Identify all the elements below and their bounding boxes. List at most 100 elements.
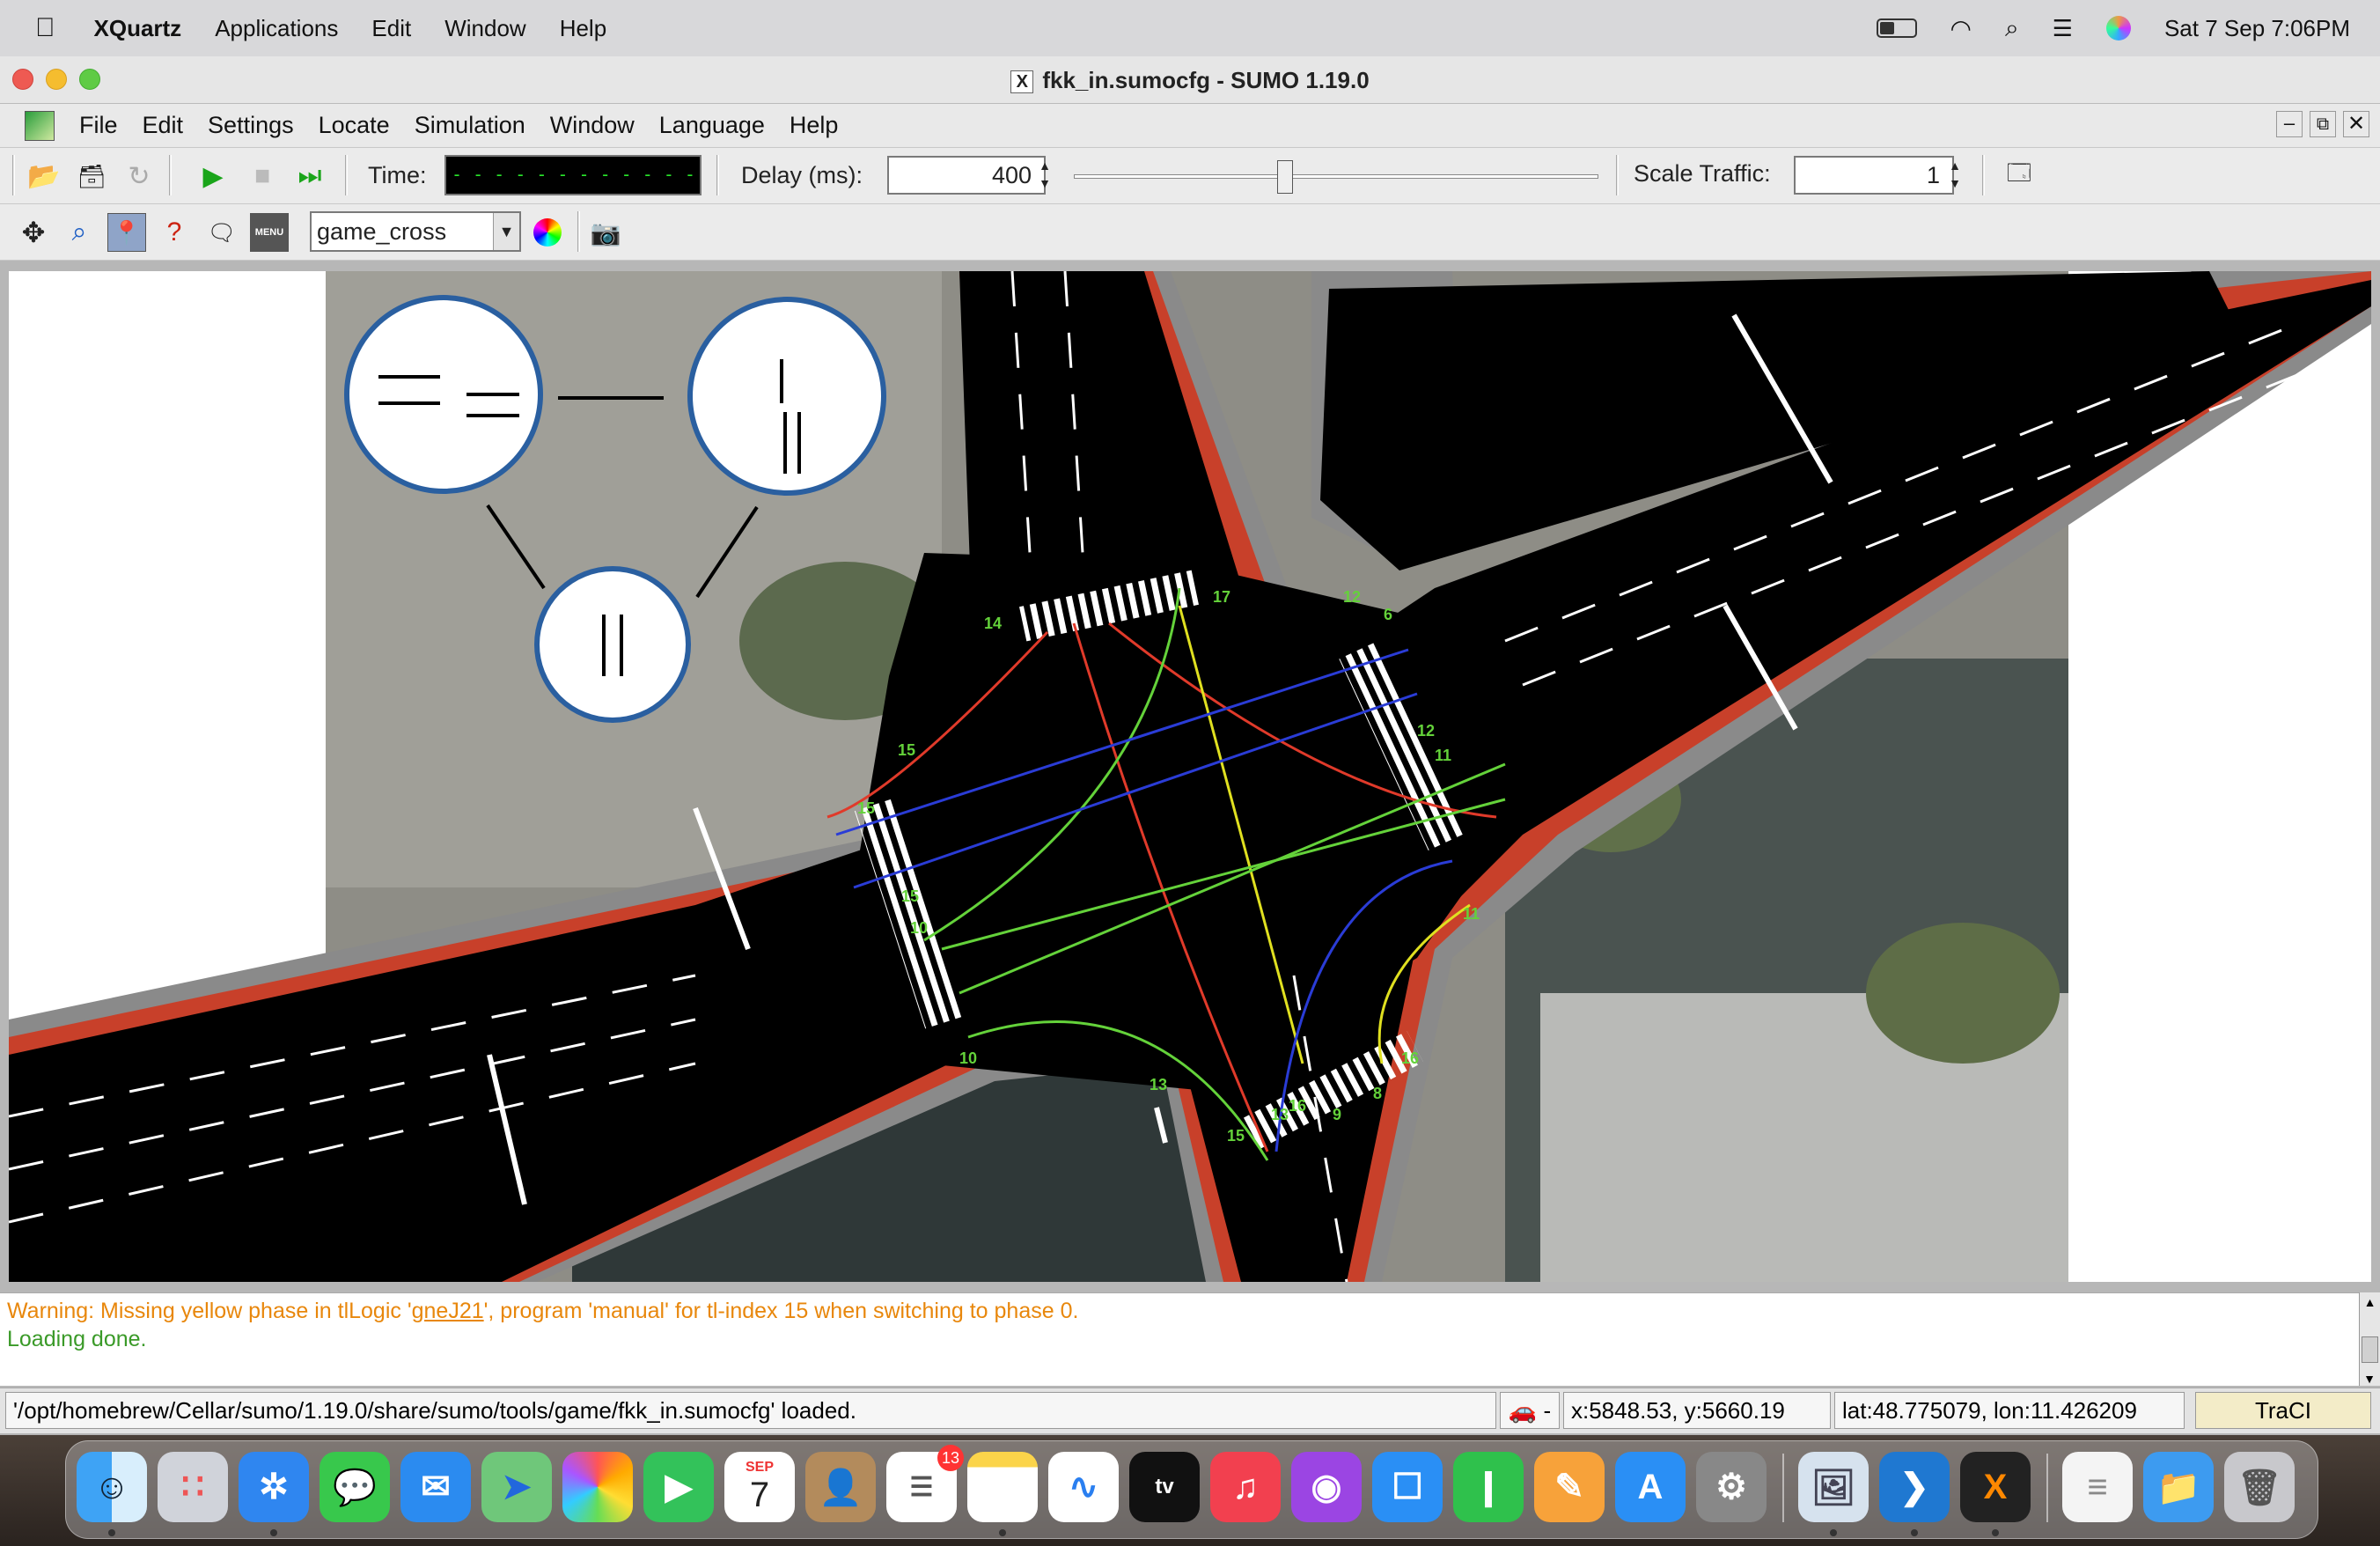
mdi-restore-button[interactable]: ⧉ <box>2310 111 2336 137</box>
tllogic-link[interactable]: gneJ21 <box>412 1299 484 1323</box>
traci-indicator: TraCI <box>2195 1392 2371 1429</box>
warning-message: Warning: Missing yellow phase in tlLogic… <box>7 1299 1079 1323</box>
settings-icon[interactable]: ⚙ <box>1696 1452 1767 1522</box>
run-simulation-icon[interactable]: ▶ <box>194 157 232 195</box>
message-window[interactable]: Warning: Missing yellow phase in tlLogic… <box>0 1292 2359 1386</box>
delay-slider-thumb[interactable] <box>1277 160 1293 194</box>
xquartz-icon[interactable]: X <box>1960 1452 2031 1522</box>
new-view-icon[interactable]: 🗔 <box>2000 157 2038 195</box>
music-icon[interactable]: ♫ <box>1210 1452 1281 1522</box>
menu-help[interactable]: Help <box>790 112 839 139</box>
window-title: fkk_in.sumocfg - SUMO 1.19.0 <box>1042 67 1370 93</box>
car-toggle-button[interactable]: 🚗 - <box>1500 1392 1560 1429</box>
preview-icon[interactable]: 🖼 <box>1798 1452 1869 1522</box>
wifi-icon[interactable]: ◠ <box>1950 14 1972 43</box>
trash-icon[interactable]: 🗑 <box>2224 1452 2295 1522</box>
finder-icon[interactable]: ☺ <box>77 1452 147 1522</box>
menu-window[interactable]: Window <box>444 15 525 42</box>
battery-icon[interactable] <box>1876 18 1917 38</box>
maps-icon[interactable]: ➤ <box>481 1452 552 1522</box>
cursor-coordinates: x:5848.53, y:5660.19 <box>1563 1392 1831 1429</box>
menu-edit[interactable]: Edit <box>143 112 184 139</box>
menu-edit[interactable]: Edit <box>371 15 411 42</box>
menu-settings[interactable]: Settings <box>208 112 294 139</box>
delay-input[interactable]: 400 <box>887 156 1046 195</box>
facetime-icon[interactable]: ▶ <box>643 1452 714 1522</box>
open-folder-icon[interactable]: 📂 <box>25 157 63 195</box>
color-wheel-icon[interactable] <box>528 213 567 252</box>
signal-index-label: 16 <box>1401 1049 1419 1067</box>
freeform-icon[interactable]: ∿ <box>1048 1452 1119 1522</box>
calendar-icon[interactable]: SEP 7 <box>724 1452 795 1522</box>
step-simulation-icon[interactable]: ⏭ <box>290 157 329 195</box>
scale-traffic-spinner[interactable]: ▲ ▼ <box>1945 157 1965 194</box>
mdi-minimize-button[interactable]: – <box>2276 111 2303 137</box>
menu-language[interactable]: Language <box>659 112 765 139</box>
messages-icon[interactable]: 💬 <box>320 1452 390 1522</box>
photos-icon[interactable] <box>562 1452 633 1522</box>
delay-label: Delay (ms): <box>741 162 863 188</box>
signal-index-label: 15 <box>1227 1127 1245 1145</box>
clock[interactable]: Sat 7 Sep 7:06PM <box>2164 15 2350 42</box>
sumo-app-icon[interactable] <box>25 110 55 141</box>
app-name-menu[interactable]: XQuartz <box>94 15 182 42</box>
menu-window[interactable]: Window <box>550 112 635 139</box>
search-icon[interactable]: ⌕ <box>2005 14 2019 43</box>
menu-help[interactable]: Help <box>560 15 606 42</box>
contacts-icon[interactable]: 👤 <box>805 1452 876 1522</box>
safari-icon[interactable]: ✲ <box>239 1452 309 1522</box>
window-titlebar: Xfkk_in.sumocfg - SUMO 1.19.0 <box>0 56 2380 104</box>
recenter-view-icon[interactable]: ✥ <box>14 213 53 252</box>
pages-icon[interactable]: ✎ <box>1534 1452 1605 1522</box>
tooltip-icon[interactable]: 🗨 <box>202 213 241 252</box>
menu-locate[interactable]: Locate <box>319 112 390 139</box>
network-view[interactable]: 14 17 12 6 12 11 15 15 15 10 10 11 13 13… <box>9 271 2371 1282</box>
scheme-select[interactable]: game_cross ▼ <box>310 211 521 252</box>
chevron-down-icon[interactable]: ▼ <box>493 213 519 250</box>
status-bar: '/opt/homebrew/Cellar/sumo/1.19.0/share/… <box>0 1388 2380 1433</box>
signal-index-label: 11 <box>1463 905 1480 923</box>
menu-simulation[interactable]: Simulation <box>415 112 525 139</box>
signal-index-label: 9 <box>1333 1106 1341 1123</box>
zoom-icon[interactable]: ⌕ <box>60 213 99 252</box>
control-center-icon[interactable]: ☰ <box>2053 15 2073 42</box>
delay-spinner[interactable]: ▲ ▼ <box>1035 157 1054 194</box>
folder-icon[interactable]: 📁 <box>2143 1452 2214 1522</box>
close-window-button[interactable] <box>12 69 33 90</box>
appstore-icon[interactable]: A <box>1615 1452 1686 1522</box>
time-display: - - - - - - - - - - - - - - - - - <box>444 155 702 195</box>
podcasts-icon[interactable]: ◉ <box>1291 1452 1362 1522</box>
status-text: '/opt/homebrew/Cellar/sumo/1.19.0/share/… <box>5 1392 1496 1429</box>
siri-icon[interactable] <box>2105 16 2131 40</box>
apple-icon[interactable]:  <box>35 13 55 43</box>
simulation-canvas[interactable]: 14 17 12 6 12 11 15 15 15 10 10 11 13 13… <box>9 271 2371 1282</box>
locate-person-icon[interactable]: 📍 <box>107 213 146 252</box>
scale-traffic-input[interactable]: 1 <box>1794 156 1954 195</box>
notes-icon[interactable] <box>967 1452 1038 1522</box>
reload-icon[interactable]: ↻ <box>120 157 158 195</box>
stop-simulation-icon[interactable]: ■ <box>243 157 282 195</box>
numbers-icon[interactable]: ❙ <box>1453 1452 1524 1522</box>
mail-icon[interactable]: ✉ <box>400 1452 471 1522</box>
menu-file[interactable]: File <box>79 112 118 139</box>
vscode-icon[interactable]: ❯ <box>1879 1452 1950 1522</box>
reload-config-icon[interactable]: 🗃 <box>72 157 111 195</box>
tv-icon[interactable]: tv <box>1129 1452 1200 1522</box>
car-icon: 🚗 <box>1508 1397 1538 1424</box>
message-scrollbar[interactable]: ▲ ▼ <box>2359 1292 2380 1386</box>
document-icon[interactable]: ≡ <box>2062 1452 2133 1522</box>
screenshot-camera-icon[interactable]: 📷 <box>586 213 625 252</box>
mdi-close-button[interactable]: ✕ <box>2343 111 2369 137</box>
minimize-window-button[interactable] <box>46 69 67 90</box>
query-object-icon[interactable]: ? <box>155 213 194 252</box>
signal-index-label: 15 <box>901 887 919 905</box>
geo-coordinates: lat:48.775079, lon:11.426209 <box>1834 1392 2185 1429</box>
signal-index-label: 16 <box>1289 1097 1306 1115</box>
keynote-icon[interactable]: ☐ <box>1372 1452 1443 1522</box>
menu-applications[interactable]: Applications <box>215 15 338 42</box>
menu-tooltip-icon[interactable]: MENU <box>250 213 289 252</box>
launchpad-icon[interactable]: ∷ <box>158 1452 228 1522</box>
delay-slider[interactable] <box>1074 158 1598 194</box>
main-toolbar: 📂 🗃 ↻ ▶ ■ ⏭ Time: - - - - - - - - - - - … <box>0 148 2380 204</box>
zoom-window-button[interactable] <box>79 69 100 90</box>
